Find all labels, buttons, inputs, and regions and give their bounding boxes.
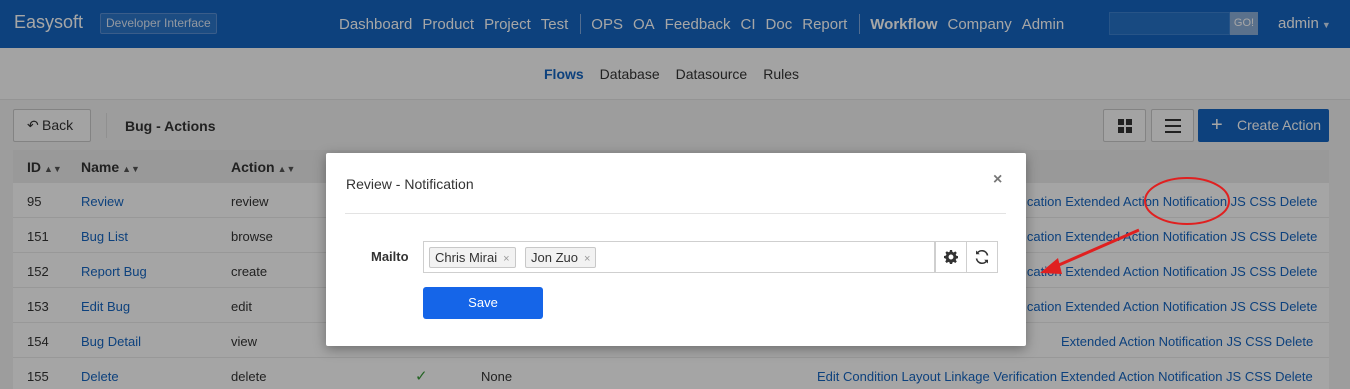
recipient-tag: Jon Zuo × (525, 247, 597, 268)
modal-title: Review - Notification (346, 176, 474, 192)
remove-tag-icon[interactable]: × (503, 253, 509, 265)
modal-divider (345, 213, 1006, 214)
mailto-label: Mailto (371, 249, 409, 264)
refresh-button[interactable] (966, 241, 998, 273)
mailto-picker[interactable]: Chris Mirai × Jon Zuo × (423, 241, 935, 273)
save-button[interactable]: Save (423, 287, 543, 319)
gear-icon (944, 250, 959, 265)
close-icon[interactable]: × (993, 171, 1002, 189)
recipient-tag: Chris Mirai × (429, 247, 516, 268)
remove-tag-icon[interactable]: × (584, 253, 590, 265)
refresh-icon (975, 249, 989, 265)
settings-button[interactable] (935, 241, 967, 273)
notification-modal: Review - Notification × Mailto Chris Mir… (326, 153, 1026, 346)
